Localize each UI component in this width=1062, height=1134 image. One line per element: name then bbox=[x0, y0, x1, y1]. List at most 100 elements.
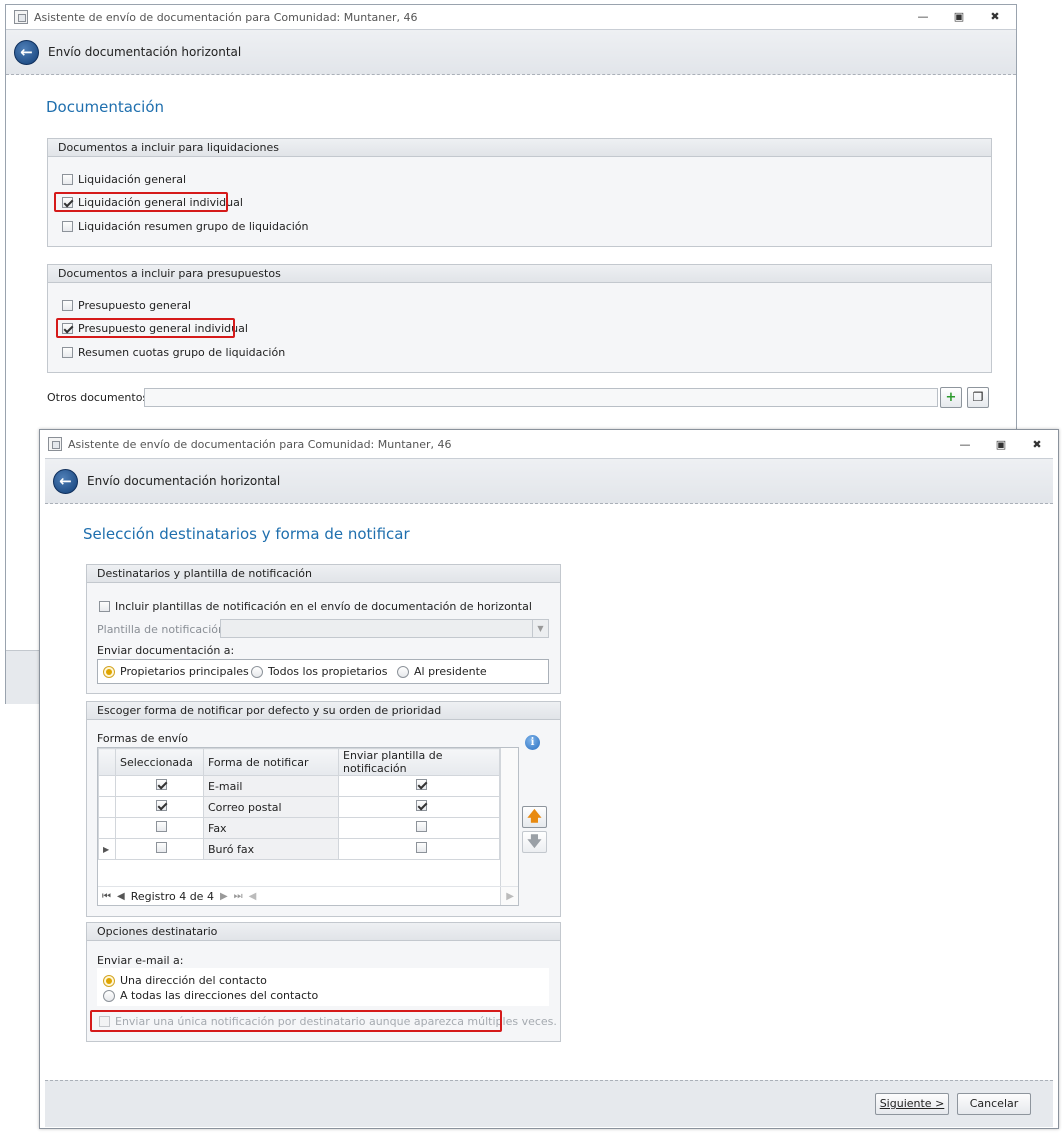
back-header: ← Envío documentación horizontal bbox=[6, 29, 1016, 75]
arrow-up-icon: 🡅 bbox=[527, 809, 542, 825]
prev-record-icon[interactable]: ◀ bbox=[117, 891, 125, 902]
front-titlebar: Asistente de envío de documentación para… bbox=[40, 430, 1058, 458]
table-row[interactable]: Fax bbox=[98, 817, 500, 839]
checkbox[interactable] bbox=[415, 842, 427, 853]
radio-todos-propietarios[interactable]: Todos los propietarios bbox=[251, 665, 387, 678]
plantilla-label: Plantilla de notificación: bbox=[97, 623, 229, 636]
record-navigator: ⏮ ◀ Registro 4 de 4 ▶ ⏭ ◀ ▶ bbox=[98, 886, 518, 906]
cancel-button[interactable]: Cancelar bbox=[957, 1093, 1031, 1115]
cell-plantilla[interactable] bbox=[338, 817, 500, 839]
check-liquidacion-resumen[interactable]: Liquidación resumen grupo de liquidación bbox=[62, 220, 309, 233]
back-section-title: Documentación bbox=[46, 98, 165, 116]
cell-seleccionada[interactable] bbox=[115, 775, 204, 797]
restore-icon[interactable]: ▣ bbox=[952, 10, 966, 23]
next-button[interactable]: Siguiente > bbox=[875, 1093, 949, 1115]
radio-propietarios-principales[interactable]: Propietarios principales bbox=[103, 665, 249, 678]
group-opciones-title: Opciones destinatario bbox=[87, 923, 560, 941]
checkbox[interactable] bbox=[99, 601, 110, 612]
cell-plantilla[interactable] bbox=[338, 775, 500, 797]
checkbox[interactable] bbox=[156, 800, 167, 811]
cell-seleccionada[interactable] bbox=[115, 838, 204, 860]
radio[interactable] bbox=[397, 665, 409, 678]
scroll-left-icon[interactable]: ◀ bbox=[249, 891, 257, 902]
row-indicator-header bbox=[98, 748, 116, 776]
row-indicator bbox=[98, 817, 116, 839]
table-header-row: Seleccionada Forma de notificar Enviar p… bbox=[98, 748, 500, 776]
arrow-down-icon: 🡇 bbox=[527, 834, 542, 850]
front-header-title: Envío documentación horizontal bbox=[87, 474, 281, 488]
checkbox[interactable] bbox=[415, 821, 427, 832]
check-presupuesto-general[interactable]: Presupuesto general bbox=[62, 299, 191, 312]
cell-seleccionada[interactable] bbox=[115, 796, 204, 818]
close-icon[interactable]: ✖ bbox=[988, 10, 1002, 23]
formas-envio-label: Formas de envío bbox=[97, 732, 188, 745]
radio[interactable] bbox=[103, 665, 115, 678]
front-window-controls: — ▣ ✖ bbox=[958, 438, 1044, 451]
chevron-down-icon[interactable]: ▼ bbox=[532, 620, 548, 637]
radio-al-presidente[interactable]: Al presidente bbox=[397, 665, 487, 678]
table-row[interactable]: Correo postal bbox=[98, 796, 500, 818]
front-header: ← Envío documentación horizontal bbox=[45, 458, 1053, 504]
minimize-icon[interactable]: — bbox=[958, 438, 972, 451]
cell-plantilla[interactable] bbox=[338, 796, 500, 818]
move-up-button[interactable]: 🡅 bbox=[522, 806, 547, 828]
last-record-icon[interactable]: ⏭ bbox=[234, 891, 243, 902]
table-row[interactable]: E-mail bbox=[98, 775, 500, 797]
next-record-icon[interactable]: ▶ bbox=[220, 891, 228, 902]
app-icon bbox=[48, 437, 62, 451]
table-row[interactable]: ▶ Buró fax bbox=[98, 838, 500, 860]
cell-plantilla[interactable] bbox=[338, 838, 500, 860]
cell-forma: Correo postal bbox=[203, 796, 339, 818]
check-resumen-cuotas[interactable]: Resumen cuotas grupo de liquidación bbox=[62, 346, 285, 359]
cell-forma: Buró fax bbox=[203, 838, 339, 860]
radio[interactable] bbox=[103, 974, 115, 987]
radio-todas-direcciones[interactable]: A todas las direcciones del contacto bbox=[103, 989, 318, 1002]
back-arrow-icon[interactable]: ← bbox=[14, 39, 39, 65]
otros-documentos-label: Otros documentos: bbox=[47, 391, 152, 404]
back-arrow-icon[interactable]: ← bbox=[53, 468, 78, 494]
row-indicator bbox=[98, 775, 116, 797]
checkbox[interactable] bbox=[156, 821, 167, 832]
scroll-right-icon[interactable]: ▶ bbox=[506, 891, 514, 902]
first-record-icon[interactable]: ⏮ bbox=[102, 891, 111, 902]
minimize-icon[interactable]: — bbox=[916, 10, 930, 23]
radio[interactable] bbox=[103, 989, 115, 1002]
highlight-box bbox=[56, 318, 235, 338]
app-icon bbox=[14, 10, 28, 24]
checkbox[interactable] bbox=[415, 800, 427, 811]
enviar-documentacion-label: Enviar documentación a: bbox=[97, 644, 235, 657]
col-forma[interactable]: Forma de notificar bbox=[203, 748, 339, 776]
checkbox[interactable] bbox=[415, 779, 427, 790]
plantilla-dropdown[interactable]: ▼ bbox=[220, 619, 549, 638]
move-down-button[interactable]: 🡇 bbox=[522, 831, 547, 853]
formas-grid: Seleccionada Forma de notificar Enviar p… bbox=[97, 747, 519, 906]
current-row-indicator-icon: ▶ bbox=[98, 838, 116, 860]
back-header-title: Envío documentación horizontal bbox=[48, 45, 242, 59]
check-liquidacion-general[interactable]: Liquidación general bbox=[62, 173, 186, 186]
group-forma-title: Escoger forma de notificar por defecto y… bbox=[87, 702, 560, 720]
radio-una-direccion[interactable]: Una dirección del contacto bbox=[103, 974, 267, 987]
info-icon[interactable]: i bbox=[525, 735, 540, 750]
grid-vertical-scrollbar[interactable] bbox=[500, 748, 518, 905]
checkbox[interactable] bbox=[62, 221, 73, 232]
front-window: Asistente de envío de documentación para… bbox=[39, 429, 1059, 1129]
otros-documentos-input[interactable] bbox=[144, 388, 938, 407]
radio[interactable] bbox=[251, 665, 263, 678]
cell-seleccionada[interactable] bbox=[115, 817, 204, 839]
col-enviar-plantilla[interactable]: Enviar plantilla de notificación bbox=[338, 748, 500, 776]
copy-document-icon[interactable]: ❐ bbox=[967, 387, 989, 408]
check-incluir-plantillas[interactable]: Incluir plantillas de notificación en el… bbox=[99, 600, 532, 613]
highlight-box bbox=[90, 1010, 502, 1032]
checkbox[interactable] bbox=[156, 779, 167, 790]
checkbox[interactable] bbox=[156, 842, 167, 853]
close-icon[interactable]: ✖ bbox=[1030, 438, 1044, 451]
add-document-icon[interactable]: + bbox=[940, 387, 962, 408]
cell-forma: E-mail bbox=[203, 775, 339, 797]
checkbox[interactable] bbox=[62, 174, 73, 185]
front-window-title: Asistente de envío de documentación para… bbox=[68, 437, 452, 451]
group-destinatarios-title: Destinatarios y plantilla de notificació… bbox=[87, 565, 560, 583]
checkbox[interactable] bbox=[62, 347, 73, 358]
checkbox[interactable] bbox=[62, 300, 73, 311]
col-seleccionada[interactable]: Seleccionada bbox=[115, 748, 204, 776]
restore-icon[interactable]: ▣ bbox=[994, 438, 1008, 451]
